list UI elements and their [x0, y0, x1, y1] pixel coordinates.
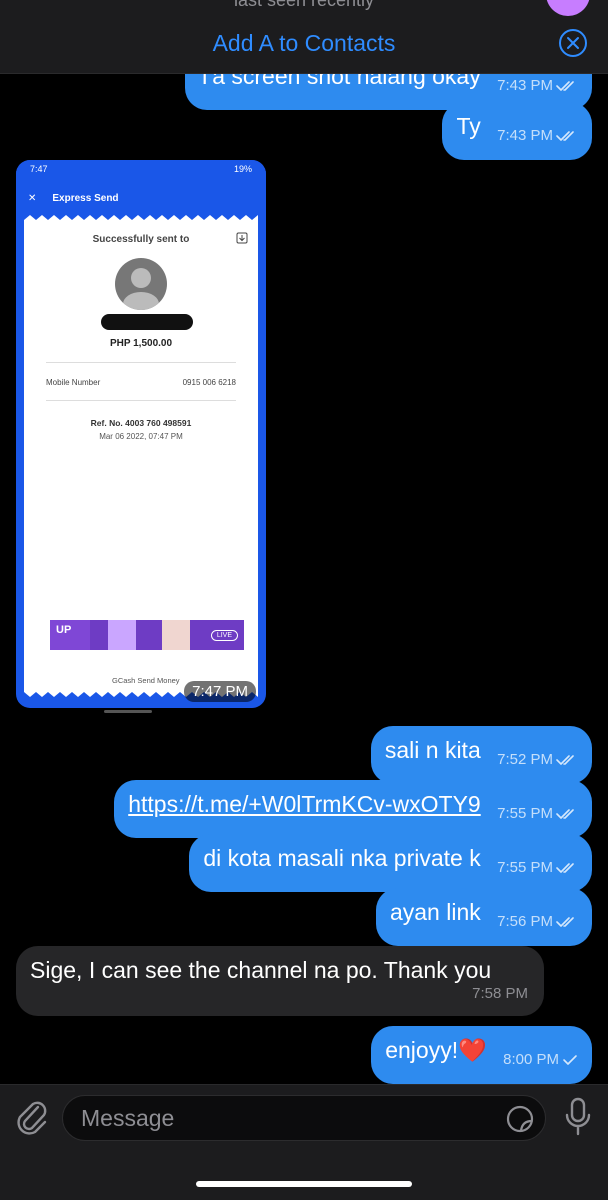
close-icon[interactable] [558, 28, 588, 58]
message-time: 7:52 PM [497, 751, 553, 768]
divider [46, 400, 236, 401]
add-to-contacts-button[interactable]: Add A to Contacts [0, 30, 608, 57]
message-list[interactable]: I'a screen shot nalang okay 7:43 PM Ty 7… [0, 74, 608, 1084]
message-time: 7:43 PM [497, 127, 553, 144]
divider [46, 362, 236, 363]
recipient-avatar [115, 258, 167, 310]
message-meta: 7:52 PM [497, 746, 578, 774]
ad-live-badge: LIVE [210, 629, 238, 641]
message-bubble[interactable]: sali n kita 7:52 PM [370, 726, 592, 784]
screenshot-status-bar: 7:47 19% [16, 160, 266, 178]
double-check-icon [556, 81, 574, 91]
message-time: 7:58 PM [472, 985, 528, 1002]
screenshot-header: ✕ Express Send [16, 178, 266, 218]
message-text: Sige, I can see the channel na po. Thank… [30, 957, 492, 983]
message-time: 7:43 PM [497, 77, 553, 94]
message-time: 7:56 PM [497, 913, 553, 930]
screenshot-close-icon: ✕ [28, 192, 37, 204]
message-text: I'a screen shot nalang okay [201, 74, 481, 89]
ad-logo: UP [50, 620, 90, 650]
screenshot-clock: 7:47 [30, 164, 48, 174]
message-text: Ty [456, 113, 481, 139]
message-meta: 7:55 PM [497, 800, 578, 828]
microphone-icon[interactable] [562, 1097, 594, 1137]
mobile-row: Mobile Number 0915 006 6218 [46, 378, 236, 387]
message-bubble[interactable]: https://t.me/+W0lTrmKCv-wxOTY9 7:55 PM [114, 780, 592, 838]
last-seen-status: last seen recently [233, 0, 375, 10]
download-icon [236, 232, 248, 244]
reference-number: Ref. No. 4003 760 498591 [90, 418, 192, 428]
message-text: sali n kita [384, 737, 481, 763]
message-meta: 7:43 PM [497, 74, 578, 100]
home-indicator [196, 1181, 412, 1187]
double-check-icon [556, 863, 574, 873]
message-input-wrapper[interactable] [62, 1095, 546, 1141]
message-time: 8:00 PM [503, 1051, 559, 1068]
photo-scroll-indicator [104, 710, 152, 713]
message-meta: 7:55 PM [497, 854, 578, 882]
paperclip-icon[interactable] [14, 1097, 50, 1137]
check-icon [563, 1055, 577, 1065]
message-bubble[interactable]: Ty 7:43 PM [442, 102, 592, 160]
receipt-card: Successfully sent to PHP 1,500.00 Mobile… [24, 215, 258, 697]
sticker-icon[interactable] [505, 1104, 535, 1134]
receipt-footer: GCash Send Money [112, 676, 180, 685]
screenshot-battery: 19% [233, 164, 252, 174]
message-text: ayan link [389, 899, 481, 925]
ad-photo [108, 620, 136, 650]
ad-banner: UP LIVE [50, 620, 244, 650]
screenshot-title: Express Send [52, 192, 119, 204]
mobile-value: 0915 006 6218 [182, 378, 236, 387]
message-link[interactable]: https://t.me/+W0lTrmKCv-wxOTY9 [128, 791, 481, 817]
mobile-label: Mobile Number [46, 378, 101, 387]
message-text: enjoyy!❤️ [385, 1037, 487, 1063]
message-meta: 7:43 PM [497, 122, 578, 150]
double-check-icon [556, 131, 574, 141]
ad-photo [162, 620, 190, 650]
message-text: di kota masali nka private k [203, 845, 481, 871]
photo-time: 7:47 PM [184, 681, 256, 702]
success-text: Successfully sent to [92, 234, 190, 245]
double-check-icon [556, 809, 574, 819]
transaction-date: Mar 06 2022, 07:47 PM [99, 432, 183, 441]
redacted-name [101, 314, 193, 330]
message-input[interactable] [81, 1096, 481, 1140]
receipt-top-edge [24, 215, 258, 225]
message-time: 7:55 PM [497, 805, 553, 822]
message-bubble[interactable]: Sige, I can see the channel na po. Thank… [16, 946, 544, 1016]
chat-header: last seen recently Add A to Contacts [0, 0, 608, 74]
amount-text: PHP 1,500.00 [109, 338, 173, 349]
message-time: 7:55 PM [497, 859, 553, 876]
contact-avatar[interactable] [546, 0, 590, 16]
double-check-icon [556, 917, 574, 927]
message-bubble[interactable]: di kota masali nka private k 7:55 PM [189, 834, 592, 892]
composer-bar [0, 1084, 608, 1200]
message-meta: 8:00 PM [503, 1046, 578, 1074]
message-bubble[interactable]: ayan link 7:56 PM [375, 888, 592, 946]
photo-message[interactable]: 7:47 19% ✕ Express Send Successfully sen… [16, 160, 266, 708]
message-meta: 7:56 PM [497, 908, 578, 936]
message-bubble[interactable]: enjoyy!❤️ 8:00 PM [371, 1026, 592, 1084]
message-meta: 7:58 PM [472, 980, 528, 1008]
double-check-icon [556, 755, 574, 765]
